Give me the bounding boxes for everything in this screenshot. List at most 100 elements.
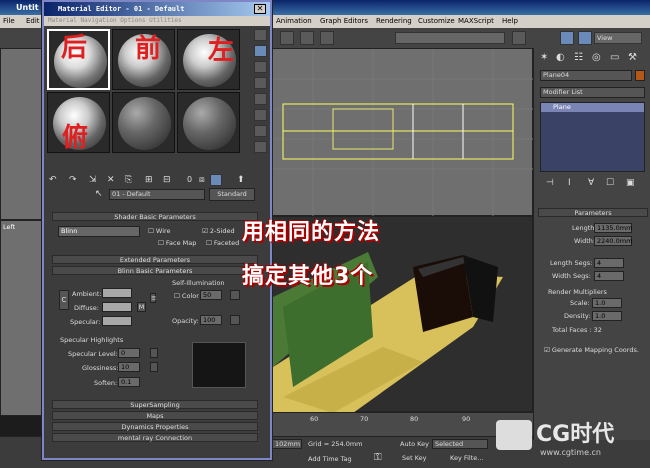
material-type-button[interactable]: Standard bbox=[209, 188, 255, 201]
make-preview-button[interactable] bbox=[254, 109, 267, 121]
wire-checkbox[interactable]: ☐ Wire bbox=[148, 227, 171, 235]
selected-dropdown[interactable]: Selected bbox=[432, 439, 488, 449]
menu-help[interactable]: Help bbox=[502, 15, 518, 28]
lock-ambient-button[interactable]: C bbox=[59, 290, 69, 310]
opacity-field[interactable]: 100 bbox=[200, 315, 222, 325]
face-map-checkbox[interactable]: ☐ Face Map bbox=[158, 239, 196, 247]
shader-dropdown[interactable]: Blinn bbox=[58, 226, 140, 237]
maps-rollout[interactable]: Maps bbox=[52, 411, 258, 420]
show-end-result-icon[interactable]: Ⅰ bbox=[568, 178, 571, 188]
put-to-library-icon[interactable]: ⊟ bbox=[163, 175, 171, 185]
pin-stack-icon[interactable]: ⊣ bbox=[546, 178, 554, 188]
length-field[interactable]: 1135.0mm bbox=[594, 223, 632, 233]
close-icon[interactable]: ✕ bbox=[254, 4, 266, 14]
go-to-parent-icon[interactable]: ⬆ bbox=[237, 175, 245, 185]
get-material-icon[interactable]: ↶ bbox=[49, 175, 57, 185]
dynamics-properties-rollout[interactable]: Dynamics Properties bbox=[52, 422, 258, 431]
menu-graph-editors[interactable]: Graph Editors bbox=[320, 15, 368, 28]
show-end-result-button[interactable] bbox=[210, 174, 222, 186]
setkey-button[interactable]: Set Key bbox=[402, 454, 427, 462]
toolbar-button[interactable] bbox=[560, 31, 574, 45]
reset-map-icon[interactable]: ✕ bbox=[107, 175, 115, 185]
toolbar-button[interactable] bbox=[578, 31, 592, 45]
soften-field[interactable]: 0.1 bbox=[118, 377, 140, 387]
material-name-field[interactable]: 01 - Default bbox=[109, 189, 205, 200]
timeline[interactable]: 60 70 80 90 bbox=[272, 412, 533, 436]
configure-sets-icon[interactable]: ▣ bbox=[626, 178, 635, 188]
hierarchy-tab-icon[interactable]: ☷ bbox=[574, 52, 583, 63]
put-to-scene-icon[interactable]: ↷ bbox=[69, 175, 77, 185]
opacity-map-button[interactable] bbox=[230, 315, 240, 325]
faceted-checkbox[interactable]: ☐ Faceted bbox=[206, 239, 239, 247]
autokey-button[interactable]: Auto Key bbox=[400, 440, 429, 448]
motion-tab-icon[interactable]: ◎ bbox=[592, 52, 601, 63]
object-name-field[interactable]: Plane04 bbox=[540, 70, 632, 81]
menu-edit[interactable]: Edit bbox=[26, 15, 40, 28]
viewport-left[interactable]: Left bbox=[0, 220, 44, 416]
mental-ray-connection-rollout[interactable]: mental ray Connection bbox=[52, 433, 258, 442]
utilities-tab-icon[interactable]: ⚒ bbox=[628, 52, 637, 63]
create-tab-icon[interactable]: ✶ bbox=[540, 52, 548, 63]
material-effects-channel[interactable]: 0 bbox=[187, 175, 192, 184]
video-color-check-button[interactable] bbox=[254, 93, 267, 105]
lock-color-icon[interactable]: ≡ bbox=[150, 293, 156, 303]
specular-swatch[interactable] bbox=[102, 316, 132, 326]
menu-animation[interactable]: Animation bbox=[276, 15, 312, 28]
ambient-swatch[interactable] bbox=[102, 288, 132, 298]
self-illum-color-field[interactable]: 50 bbox=[200, 290, 222, 300]
menu-rendering[interactable]: Rendering bbox=[376, 15, 412, 28]
key-filters-button[interactable]: Key Filte... bbox=[450, 454, 483, 462]
supersampling-rollout[interactable]: SuperSampling bbox=[52, 400, 258, 409]
uv-tiling-button[interactable] bbox=[254, 77, 267, 89]
stack-item-plane[interactable]: Plane bbox=[541, 103, 644, 112]
toolbar-button[interactable] bbox=[512, 31, 526, 45]
generate-mapping-checkbox[interactable]: ☑ Generate Mapping Coords. bbox=[544, 346, 639, 354]
self-illum-map-button[interactable] bbox=[230, 290, 240, 300]
width-segs-field[interactable]: 4 bbox=[594, 271, 624, 281]
menu-customize[interactable]: Customize bbox=[418, 15, 455, 28]
scale-field[interactable]: 1.0 bbox=[592, 298, 622, 308]
menu-file[interactable]: File bbox=[3, 15, 15, 28]
diffuse-swatch[interactable] bbox=[102, 302, 132, 312]
sample-slot-2[interactable]: 前 bbox=[112, 29, 175, 90]
specular-level-map-button[interactable] bbox=[150, 348, 158, 358]
make-unique-icon[interactable]: ∀ bbox=[588, 178, 594, 188]
parameters-rollout[interactable]: Parameters bbox=[538, 208, 648, 217]
two-sided-checkbox[interactable]: ☑ 2-Sided bbox=[202, 227, 235, 235]
density-field[interactable]: 1.0 bbox=[592, 311, 622, 321]
display-tab-icon[interactable]: ▭ bbox=[610, 52, 619, 63]
show-map-icon[interactable]: ⧈ bbox=[199, 175, 205, 185]
blinn-basic-rollout[interactable]: Blinn Basic Parameters bbox=[52, 266, 258, 275]
add-time-tag[interactable]: Add Time Tag bbox=[308, 455, 352, 463]
extended-parameters-rollout[interactable]: Extended Parameters bbox=[52, 255, 258, 264]
glossiness-field[interactable]: 10 bbox=[118, 362, 140, 372]
diffuse-map-button[interactable]: M bbox=[137, 302, 146, 312]
pick-material-icon[interactable]: ↖ bbox=[95, 189, 103, 199]
sample-slot-5[interactable] bbox=[112, 92, 175, 153]
toolbar-button[interactable] bbox=[280, 31, 294, 45]
viewport-top-left[interactable] bbox=[0, 48, 44, 220]
color-checkbox[interactable]: ☐ Color bbox=[174, 292, 199, 300]
modifier-list-dropdown[interactable]: Modifier List bbox=[540, 87, 645, 98]
backlight-button[interactable] bbox=[254, 45, 267, 57]
assign-material-icon[interactable]: ⇲ bbox=[89, 175, 97, 185]
width-field[interactable]: 2240.0mm bbox=[594, 236, 632, 246]
glossiness-map-button[interactable] bbox=[150, 362, 158, 372]
menu-maxscript[interactable]: MAXScript bbox=[458, 15, 494, 28]
named-selection-dropdown[interactable] bbox=[395, 32, 505, 44]
select-by-material-button[interactable] bbox=[254, 141, 267, 153]
shader-basic-rollout[interactable]: Shader Basic Parameters bbox=[52, 212, 258, 221]
specular-level-field[interactable]: 0 bbox=[118, 348, 140, 358]
modify-tab-icon[interactable]: ◐ bbox=[556, 52, 565, 63]
make-unique-icon[interactable]: ⊞ bbox=[145, 175, 153, 185]
remove-modifier-icon[interactable]: ☐ bbox=[606, 178, 614, 188]
sample-slot-1[interactable]: 后 bbox=[47, 29, 110, 90]
toolbar-button[interactable] bbox=[300, 31, 314, 45]
view-dropdown[interactable]: View bbox=[594, 32, 642, 44]
sample-slot-4[interactable]: 俯 bbox=[47, 92, 110, 153]
viewport-front[interactable] bbox=[272, 48, 534, 217]
sample-type-button[interactable] bbox=[254, 29, 267, 41]
background-button[interactable] bbox=[254, 61, 267, 73]
object-color-swatch[interactable] bbox=[635, 70, 645, 81]
sample-slot-6[interactable] bbox=[177, 92, 240, 153]
